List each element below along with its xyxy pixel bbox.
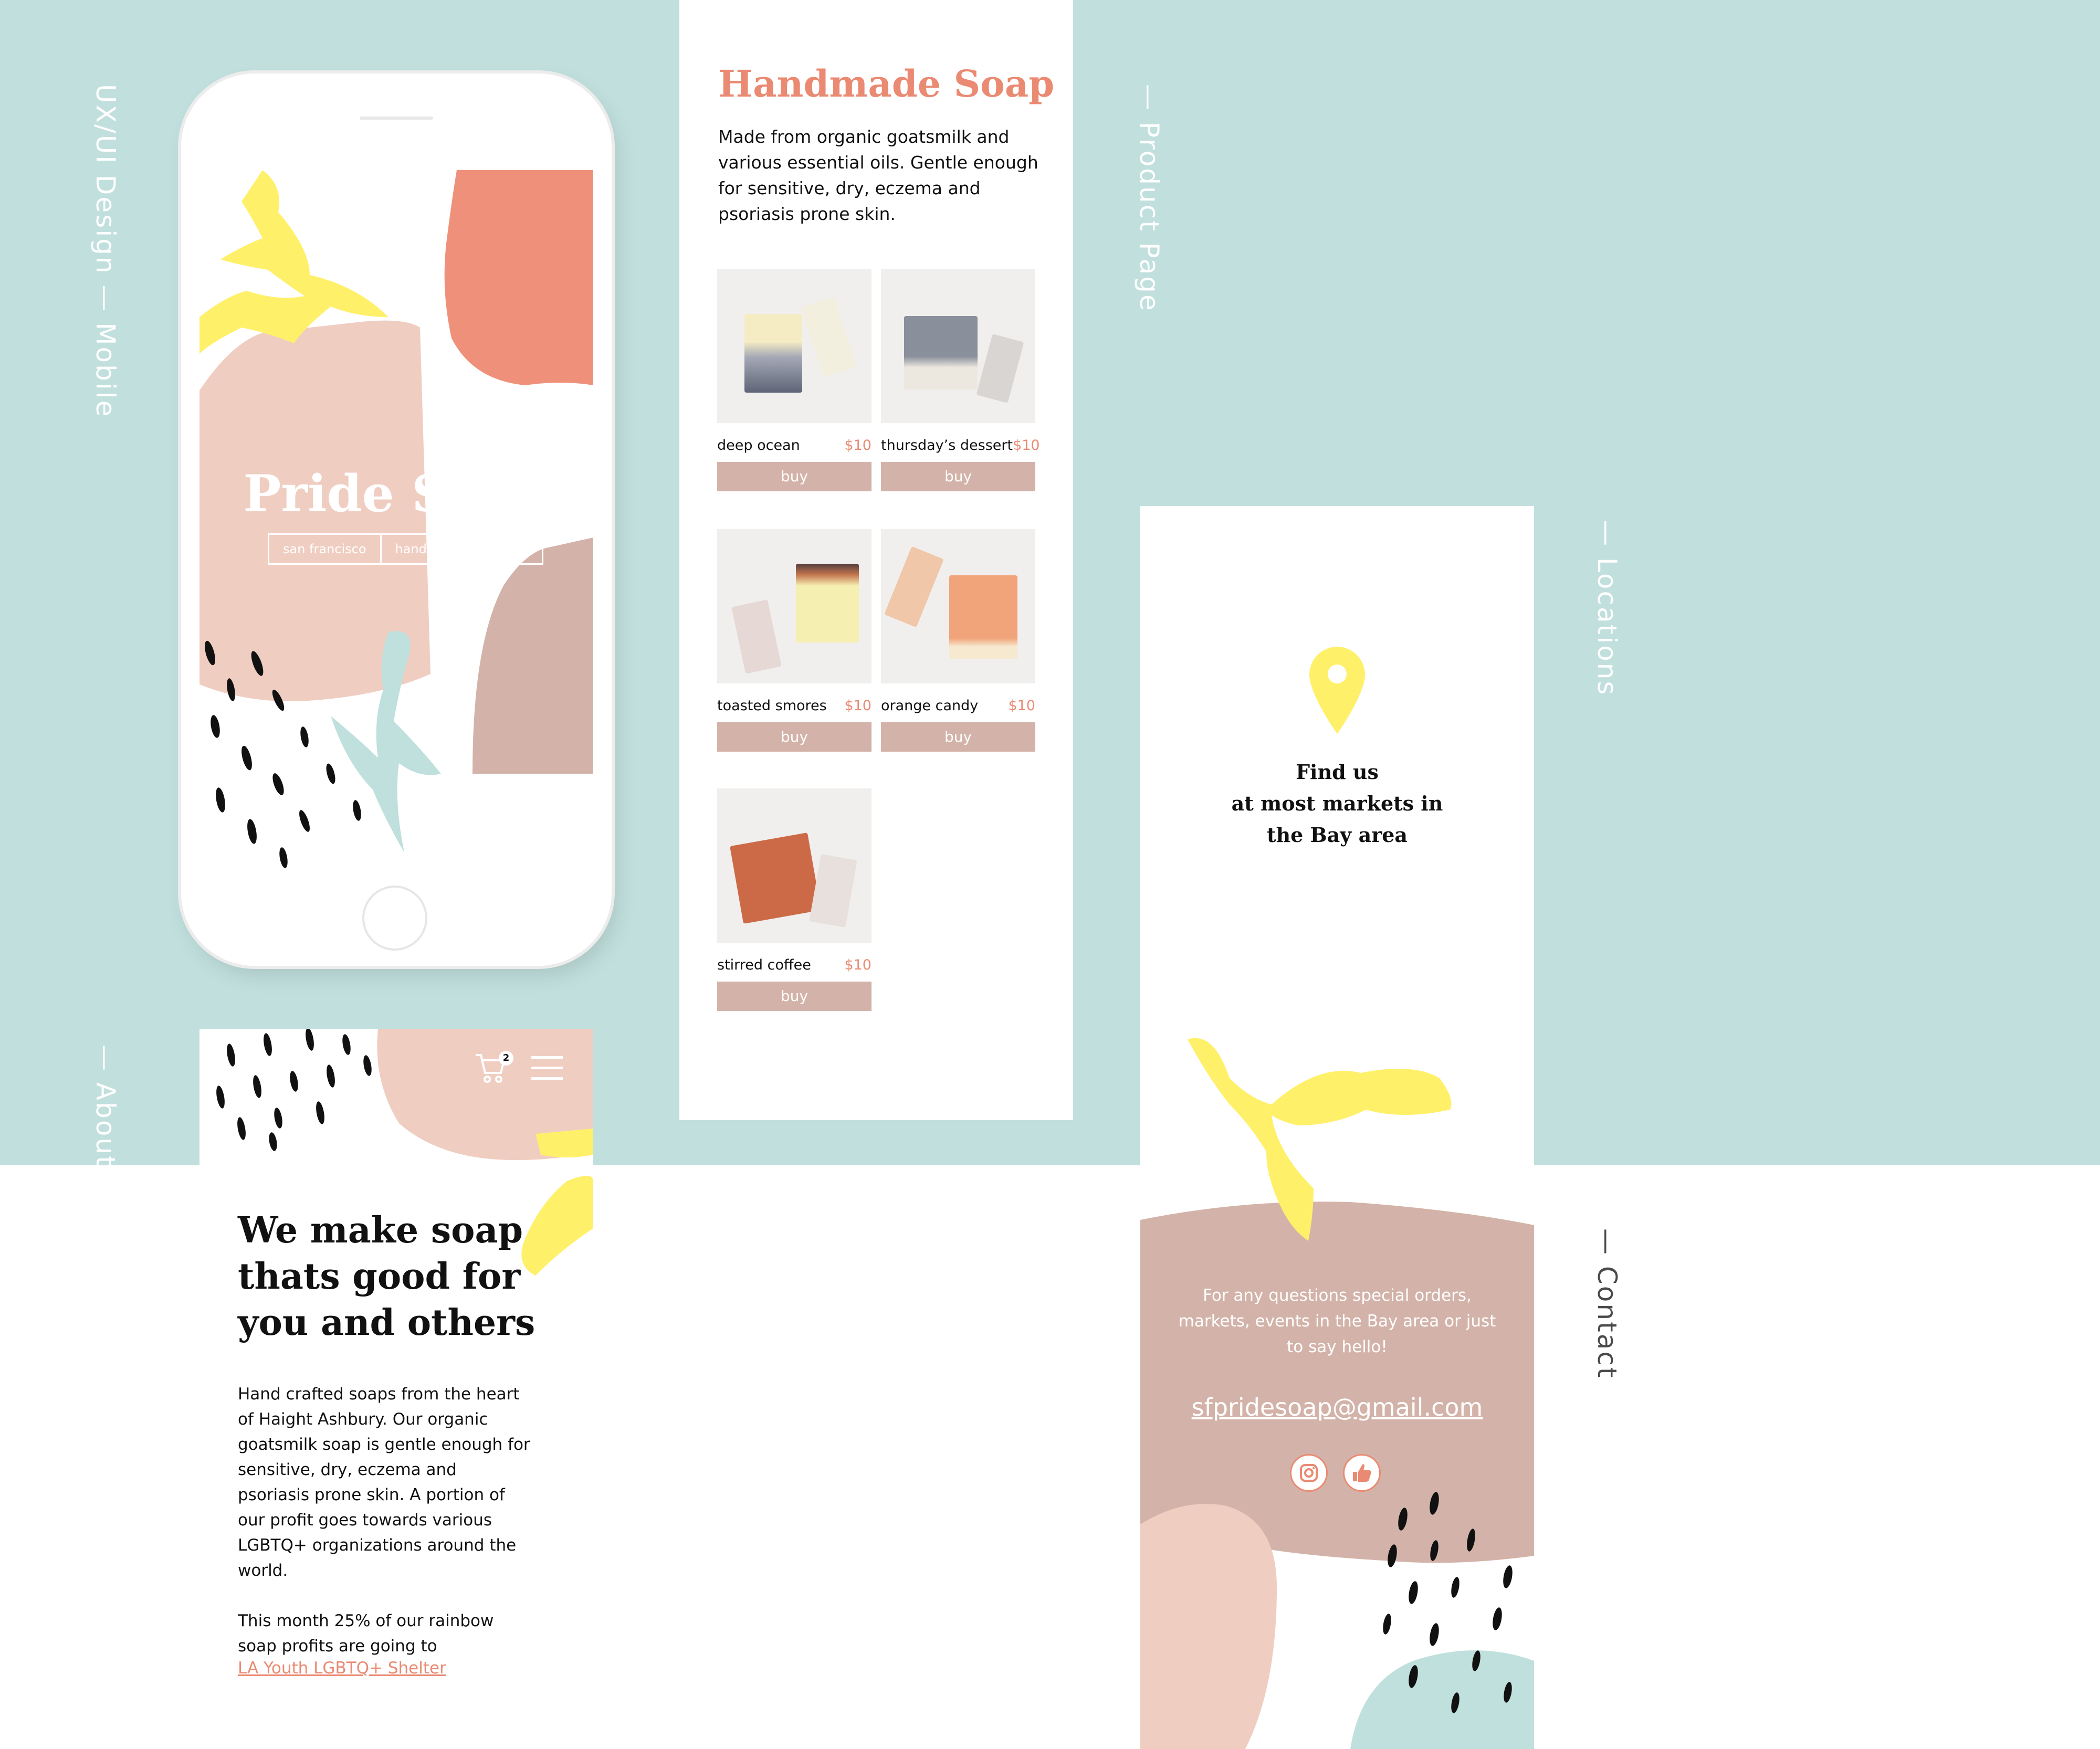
product-page-title: Handmade Soap [718, 62, 1055, 106]
buy-button[interactable]: buy [717, 982, 872, 1011]
hero-screen: Pride Soap san francisco handmade goatsm… [200, 170, 593, 871]
contact-text: For any questions special orders, market… [1178, 1286, 1496, 1356]
find-us-line-2: at most markets in [1231, 792, 1443, 815]
product-image [717, 529, 872, 683]
product-page-card: Handmade Soap Made from organic goatsmil… [679, 0, 1073, 1120]
product-price: $10 [844, 697, 872, 714]
locations-card: Find us at most markets in the Bay area … [1140, 506, 1534, 1749]
product-card: thursday’s dessert $10 buy [881, 269, 1040, 491]
section-label-locations: — Locations [1592, 520, 1622, 697]
contact-email-link[interactable]: sfpridesoap@gmail.com [1140, 1393, 1534, 1421]
phone-speaker [360, 117, 433, 120]
location-pin-icon [1309, 647, 1365, 734]
phone-home-button [362, 886, 427, 951]
product-card: deep ocean $10 buy [717, 269, 872, 491]
product-price: $10 [844, 956, 872, 973]
buy-button[interactable]: buy [881, 462, 1035, 491]
hero-tag-material: handmade goatsmilk [380, 535, 542, 563]
hero-title: Pride Soap [243, 464, 550, 523]
product-name: deep ocean [717, 437, 800, 454]
about-body: Hand crafted soaps from the heart of Hai… [238, 1385, 530, 1580]
instagram-icon[interactable] [1290, 1454, 1328, 1492]
buy-button[interactable]: buy [881, 722, 1035, 752]
find-us-line-3: the Bay area [1266, 823, 1408, 847]
product-card: orange candy $10 buy [881, 529, 1035, 752]
shelter-link[interactable]: LA Youth LGBTQ+ Shelter [238, 1659, 446, 1678]
product-card: stirred coffee $10 buy [717, 788, 872, 1011]
find-us-text: Find us at most markets in the Bay area [1140, 756, 1534, 851]
about-highlight-text: This month 25% of our rainbow soap profi… [238, 1611, 494, 1656]
product-image [717, 788, 872, 943]
product-card: toasted smores $10 buy [717, 529, 872, 752]
section-label-product: — Product Page [1134, 84, 1164, 312]
product-price: $10 [844, 437, 872, 454]
find-us-line-1: Find us [1296, 760, 1379, 784]
product-image [881, 269, 1035, 423]
product-name: stirred coffee [717, 956, 811, 973]
buy-button[interactable]: buy [717, 722, 872, 752]
hamburger-menu-icon[interactable] [531, 1055, 563, 1081]
product-name: thursday’s dessert [881, 437, 1013, 454]
cart-count-badge: 2 [499, 1051, 513, 1066]
product-price: $10 [1013, 437, 1040, 454]
about-card: 2 We make soap thats good for you and ot… [200, 1029, 593, 1749]
thumbs-up-icon[interactable] [1343, 1454, 1381, 1492]
product-name: orange candy [881, 697, 979, 714]
section-label-ux: UX/UI Design — Mobile [90, 84, 121, 418]
product-name: toasted smores [717, 697, 827, 714]
product-description: Made from organic goatsmilk and various … [718, 127, 1038, 224]
section-label-contact: — Contact [1592, 1228, 1622, 1379]
hero-tags: san francisco handmade goatsmilk [268, 533, 543, 565]
product-image [881, 529, 1035, 683]
about-title: We make soap thats good for you and othe… [238, 1209, 536, 1344]
buy-button[interactable]: buy [717, 462, 872, 491]
hero-tag-location: san francisco [283, 542, 366, 556]
product-image [717, 269, 872, 423]
section-label-about: — About [90, 1045, 121, 1168]
product-price: $10 [1008, 697, 1035, 714]
